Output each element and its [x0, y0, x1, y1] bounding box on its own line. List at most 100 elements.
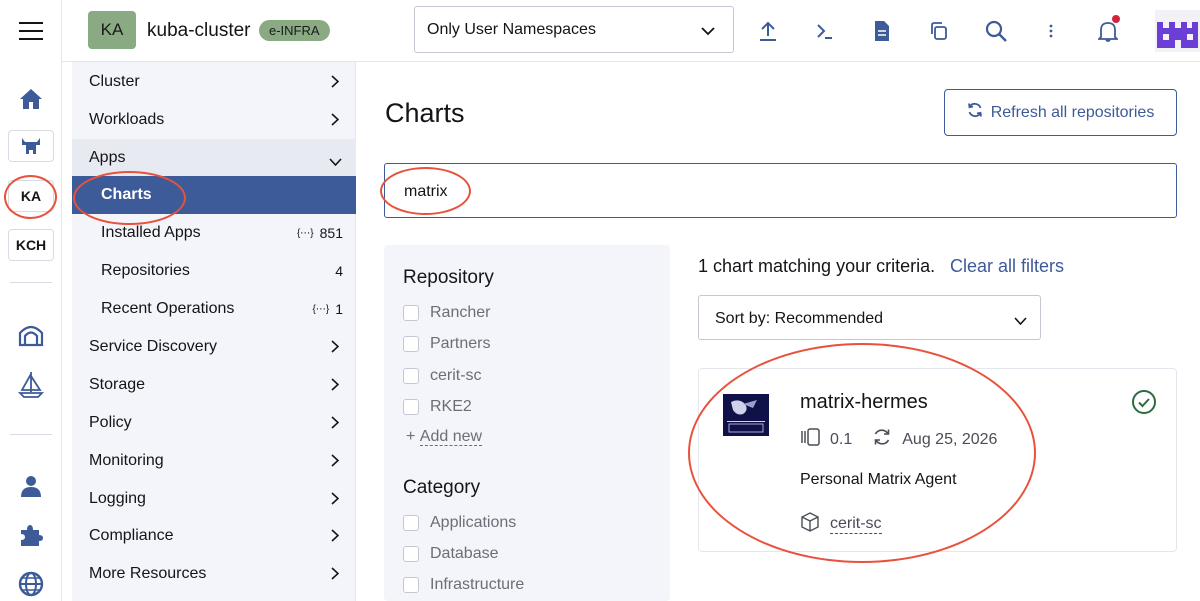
add-repository-link[interactable]: + Add new — [406, 428, 483, 446]
nav-item-cluster[interactable]: Cluster — [72, 63, 356, 101]
nav-item-charts[interactable]: Charts — [72, 176, 356, 214]
nav-item-workloads[interactable]: Workloads — [72, 101, 356, 139]
chevron-right-icon — [331, 416, 340, 434]
bell-icon[interactable] — [1095, 15, 1121, 44]
nav-item-label: Service Discovery — [89, 338, 218, 355]
count-badge: {⋯} 1 — [313, 301, 343, 317]
chart-description: Personal Matrix Agent — [800, 471, 957, 488]
nav-item-compliance[interactable]: Compliance — [72, 517, 356, 555]
nav-item-label: Logging — [89, 490, 146, 507]
repo-filter-rancher[interactable]: Rancher — [403, 302, 490, 324]
chevron-right-icon — [331, 492, 340, 510]
chevron-right-icon — [331, 567, 340, 585]
search-icon[interactable] — [983, 18, 1009, 44]
chevron-right-icon — [331, 454, 340, 472]
chart-card[interactable]: matrix-hermes 0.1 Aug 25, 2026 Personal … — [698, 368, 1177, 552]
refresh-icon — [967, 102, 983, 123]
chart-name[interactable]: matrix-hermes — [800, 391, 928, 414]
nav-item-storage[interactable]: Storage — [72, 366, 356, 404]
category-filter-infrastructure[interactable]: Infrastructure — [403, 574, 524, 596]
nav-item-recent-operations[interactable]: Recent Operations {⋯} 1 — [72, 290, 356, 328]
checkbox[interactable] — [403, 305, 419, 321]
rail-divider — [10, 434, 52, 435]
count-value: 4 — [335, 263, 343, 279]
repo-label: cerit-sc — [830, 515, 882, 534]
checkbox[interactable] — [403, 546, 419, 562]
filter-panel: Repository Rancher Partners cerit-sc RKE… — [384, 245, 670, 601]
nav-item-logging[interactable]: Logging — [72, 480, 356, 518]
user-avatar[interactable] — [1155, 10, 1200, 52]
apps-icon[interactable] — [0, 368, 62, 400]
sort-value: Sort by: Recommended — [715, 310, 884, 327]
checkbox[interactable] — [403, 577, 419, 593]
namespace-filter[interactable]: Only User Namespaces — [414, 6, 734, 53]
repository-heading: Repository — [403, 267, 494, 288]
chart-version: 0.1 — [830, 430, 853, 448]
nav-item-policy[interactable]: Policy — [72, 404, 356, 442]
chart-meta: 0.1 Aug 25, 2026 — [800, 428, 997, 451]
refresh-repositories-button[interactable]: Refresh all repositories — [944, 89, 1177, 136]
more-icon[interactable] — [1038, 18, 1064, 44]
nav-item-label: Recent Operations — [101, 300, 235, 317]
chevron-down-icon — [329, 153, 342, 171]
file-icon[interactable] — [869, 18, 895, 44]
nav-item-label: More Resources — [89, 565, 207, 582]
home-icon[interactable] — [0, 84, 62, 114]
main-content: Charts Refresh all repositories matrix R… — [357, 62, 1200, 601]
copy-icon[interactable] — [926, 18, 952, 44]
category-heading: Category — [403, 477, 481, 498]
menu-icon[interactable] — [0, 14, 62, 48]
namespaced-icon: {⋯} — [296, 227, 314, 239]
repo-filter-rke2[interactable]: RKE2 — [403, 396, 472, 418]
rail-cluster-kch[interactable]: KCH — [8, 229, 54, 261]
nav-item-service-discovery[interactable]: Service Discovery — [72, 328, 356, 366]
category-filter-applications[interactable]: Applications — [403, 512, 516, 534]
icon-rail: KA KCH — [0, 0, 62, 601]
nav-item-label: Cluster — [89, 73, 140, 90]
extensions-icon[interactable] — [0, 520, 62, 550]
chart-search-input[interactable]: matrix — [384, 163, 1177, 218]
checkbox[interactable] — [403, 368, 419, 384]
nav-item-more-resources[interactable]: More Resources — [72, 555, 356, 593]
checkbox[interactable] — [403, 336, 419, 352]
cluster-icon[interactable] — [8, 130, 54, 162]
filter-label: Applications — [430, 514, 517, 531]
namespaced-icon: {⋯} — [312, 303, 330, 315]
nav-item-label: Repositories — [101, 262, 190, 279]
chevron-right-icon — [331, 75, 340, 93]
chart-logo — [723, 394, 769, 436]
sort-select[interactable]: Sort by: Recommended — [698, 295, 1041, 340]
category-filter-database[interactable]: Database — [403, 543, 499, 565]
fleet-icon[interactable] — [0, 320, 62, 350]
nav-item-installed-apps[interactable]: Installed Apps {⋯} 851 — [72, 214, 356, 252]
clear-filters-link[interactable]: Clear all filters — [950, 256, 1064, 277]
nav-item-label: Monitoring — [89, 452, 164, 469]
user-icon[interactable] — [0, 472, 62, 500]
count-value: 1 — [335, 301, 343, 317]
plus-icon: + — [406, 428, 416, 445]
rail-cluster-ka[interactable]: KA — [8, 180, 54, 212]
repo-filter-cerit-sc[interactable]: cerit-sc — [403, 365, 482, 387]
nav-item-label: Installed Apps — [101, 224, 201, 241]
globe-icon[interactable] — [0, 568, 62, 600]
nav-item-apps[interactable]: Apps — [72, 139, 356, 177]
refresh-label: Refresh all repositories — [990, 103, 1155, 121]
chart-repository[interactable]: cerit-sc — [800, 512, 882, 537]
nav-item-monitoring[interactable]: Monitoring — [72, 442, 356, 480]
filter-label: cerit-sc — [430, 367, 482, 384]
checkbox[interactable] — [403, 399, 419, 415]
shell-icon[interactable] — [812, 18, 838, 44]
checkbox[interactable] — [403, 515, 419, 531]
count-badge: {⋯} 851 — [297, 225, 343, 241]
chart-date: Aug 25, 2026 — [902, 430, 998, 448]
add-new-label: Add new — [419, 428, 483, 446]
chevron-down-icon — [701, 23, 715, 41]
repo-filter-partners[interactable]: Partners — [403, 333, 490, 355]
nav-item-repositories[interactable]: Repositories 4 — [72, 252, 356, 290]
matching-count: 1 chart matching your criteria. — [698, 256, 936, 276]
side-nav: Cluster Workloads Apps Charts Installed … — [72, 62, 356, 601]
cluster-avatar: KA — [88, 11, 136, 49]
nav-item-label: Storage — [89, 376, 146, 393]
page-title: Charts — [385, 98, 465, 128]
upload-icon[interactable] — [755, 18, 781, 44]
